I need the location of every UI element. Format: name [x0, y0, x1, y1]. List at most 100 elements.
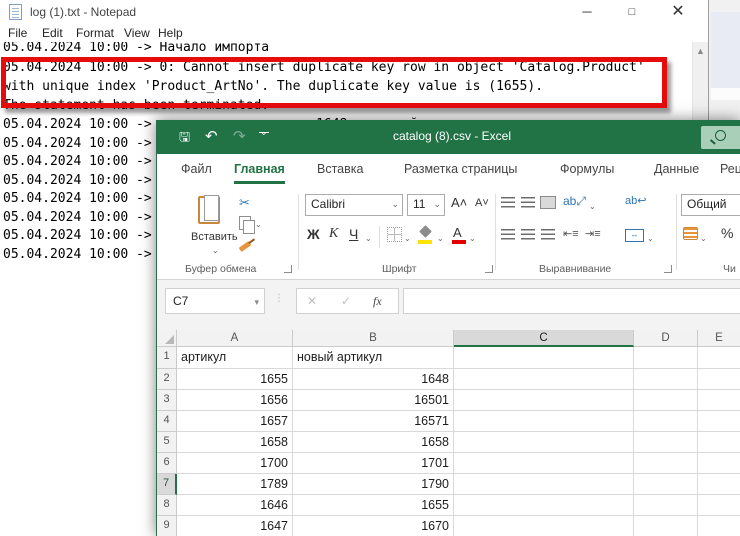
- cell-B1[interactable]: новый артикул: [293, 347, 454, 369]
- notepad-menu-help[interactable]: Help: [158, 26, 183, 40]
- ribbon-tab-данные[interactable]: Данные: [654, 162, 699, 176]
- ribbon-tab-главная[interactable]: Главная: [234, 162, 285, 184]
- font-size-combo[interactable]: 11⌄: [407, 194, 445, 216]
- row-header-7[interactable]: 7: [157, 474, 177, 495]
- ribbon-tab-формулы[interactable]: Формулы: [560, 162, 614, 176]
- accounting-dropdown-icon[interactable]: ⌄: [700, 232, 707, 246]
- cell-A7[interactable]: 1789: [177, 474, 293, 495]
- row-header-6[interactable]: 6: [157, 453, 177, 474]
- align-center-icon[interactable]: [521, 229, 535, 240]
- column-header-A[interactable]: A: [177, 330, 293, 347]
- align-left-icon[interactable]: [501, 229, 515, 240]
- cell-B9[interactable]: 1670: [293, 516, 454, 536]
- sheet-grid[interactable]: ABCDE 1артикулновый артикул2165516483165…: [157, 330, 740, 536]
- paste-dropdown-icon[interactable]: ⌄: [212, 244, 219, 258]
- enter-icon[interactable]: ✓: [341, 294, 351, 308]
- cell-A9[interactable]: 1647: [177, 516, 293, 536]
- column-header-E[interactable]: E: [698, 330, 740, 347]
- row-header-5[interactable]: 5: [157, 432, 177, 453]
- cell-C6[interactable]: [454, 453, 634, 474]
- alignment-dialog-launcher-icon[interactable]: [664, 265, 672, 273]
- save-icon[interactable]: 🖫: [179, 128, 190, 146]
- borders-icon[interactable]: [387, 227, 402, 242]
- decrease-font-icon[interactable]: A˅: [475, 196, 489, 210]
- cell-B3[interactable]: 16501: [293, 390, 454, 411]
- format-painter-icon[interactable]: [239, 241, 252, 252]
- cell-C7[interactable]: [454, 474, 634, 495]
- cell-B4[interactable]: 16571: [293, 411, 454, 432]
- column-header-D[interactable]: D: [634, 330, 698, 347]
- name-box[interactable]: C7▾: [165, 288, 265, 314]
- increase-font-icon[interactable]: A˄: [451, 196, 467, 210]
- copy-dropdown-icon[interactable]: ⌄: [255, 218, 262, 232]
- cell-C5[interactable]: [454, 432, 634, 453]
- italic-button[interactable]: К: [329, 226, 338, 242]
- cell-C2[interactable]: [454, 369, 634, 390]
- align-right-icon[interactable]: [541, 229, 555, 240]
- minimize-button[interactable]: ─: [567, 0, 607, 26]
- ribbon-tab-файл[interactable]: Файл: [181, 162, 212, 176]
- column-header-B[interactable]: B: [293, 330, 454, 347]
- maximize-button[interactable]: □: [612, 0, 652, 26]
- orientation-icon[interactable]: ab⤢: [563, 194, 586, 208]
- cell-B6[interactable]: 1701: [293, 453, 454, 474]
- align-top-icon[interactable]: [501, 197, 515, 208]
- cell-B8[interactable]: 1655: [293, 495, 454, 516]
- insert-function-icon[interactable]: fx: [373, 294, 382, 309]
- cell-C8[interactable]: [454, 495, 634, 516]
- column-header-C[interactable]: C: [454, 330, 634, 347]
- cell-E5[interactable]: [698, 432, 740, 453]
- merge-center-icon[interactable]: ↔: [625, 229, 644, 242]
- percent-style-button[interactable]: %: [721, 226, 733, 240]
- align-bottom-icon-active[interactable]: [541, 197, 555, 208]
- cell-E6[interactable]: [698, 453, 740, 474]
- cell-A6[interactable]: 1700: [177, 453, 293, 474]
- cell-A4[interactable]: 1657: [177, 411, 293, 432]
- underline-button[interactable]: Ч: [349, 226, 358, 242]
- copy-icon[interactable]: [239, 216, 251, 230]
- notepad-menu-view[interactable]: View: [124, 26, 150, 40]
- cell-C4[interactable]: [454, 411, 634, 432]
- orientation-dropdown-icon[interactable]: ⌄: [589, 200, 596, 214]
- cell-A1[interactable]: артикул: [177, 347, 293, 369]
- formula-bar-resizer[interactable]: ⋮: [274, 293, 284, 304]
- undo-icon[interactable]: ↶: [205, 128, 218, 146]
- wrap-text-icon[interactable]: ab↩: [625, 194, 646, 208]
- cell-A2[interactable]: 1655: [177, 369, 293, 390]
- number-format-combo[interactable]: Общий: [681, 194, 740, 216]
- search-box[interactable]: [701, 126, 740, 149]
- excel-titlebar[interactable]: 🖫 ↶ ↷ catalog (8).csv - Excel: [157, 120, 740, 154]
- cell-B7[interactable]: 1790: [293, 474, 454, 495]
- cell-A8[interactable]: 1646: [177, 495, 293, 516]
- ribbon-tab-разметка-страницы[interactable]: Разметка страницы: [404, 162, 517, 176]
- ribbon-tab-вставка[interactable]: Вставка: [317, 162, 363, 176]
- accounting-format-icon[interactable]: [683, 227, 698, 240]
- borders-dropdown-icon[interactable]: ⌄: [404, 232, 411, 246]
- cell-E8[interactable]: [698, 495, 740, 516]
- cell-C1[interactable]: [454, 347, 634, 369]
- cell-D9[interactable]: [634, 516, 698, 536]
- font-color-icon[interactable]: A: [453, 226, 462, 240]
- cell-D7[interactable]: [634, 474, 698, 495]
- cell-D5[interactable]: [634, 432, 698, 453]
- clipboard-dialog-launcher-icon[interactable]: [284, 265, 292, 273]
- font-name-combo[interactable]: Calibri⌄: [305, 194, 403, 216]
- cell-C3[interactable]: [454, 390, 634, 411]
- cell-E2[interactable]: [698, 369, 740, 390]
- fill-color-icon[interactable]: [419, 225, 432, 238]
- notepad-menu-format[interactable]: Format: [76, 26, 114, 40]
- underline-dropdown-icon[interactable]: ⌄: [365, 232, 372, 246]
- close-button[interactable]: ✕: [658, 0, 698, 26]
- decrease-indent-icon[interactable]: ⇤≡: [563, 227, 579, 241]
- font-color-dropdown-icon[interactable]: ⌄: [469, 232, 476, 246]
- cell-E4[interactable]: [698, 411, 740, 432]
- cell-D3[interactable]: [634, 390, 698, 411]
- cell-D6[interactable]: [634, 453, 698, 474]
- cell-A5[interactable]: 1658: [177, 432, 293, 453]
- redo-icon[interactable]: ↷: [233, 128, 246, 146]
- cell-D4[interactable]: [634, 411, 698, 432]
- select-all-corner[interactable]: [157, 330, 177, 347]
- scrollbar-up-arrow-icon[interactable]: ▲: [693, 46, 708, 56]
- cell-B2[interactable]: 1648: [293, 369, 454, 390]
- cell-C9[interactable]: [454, 516, 634, 536]
